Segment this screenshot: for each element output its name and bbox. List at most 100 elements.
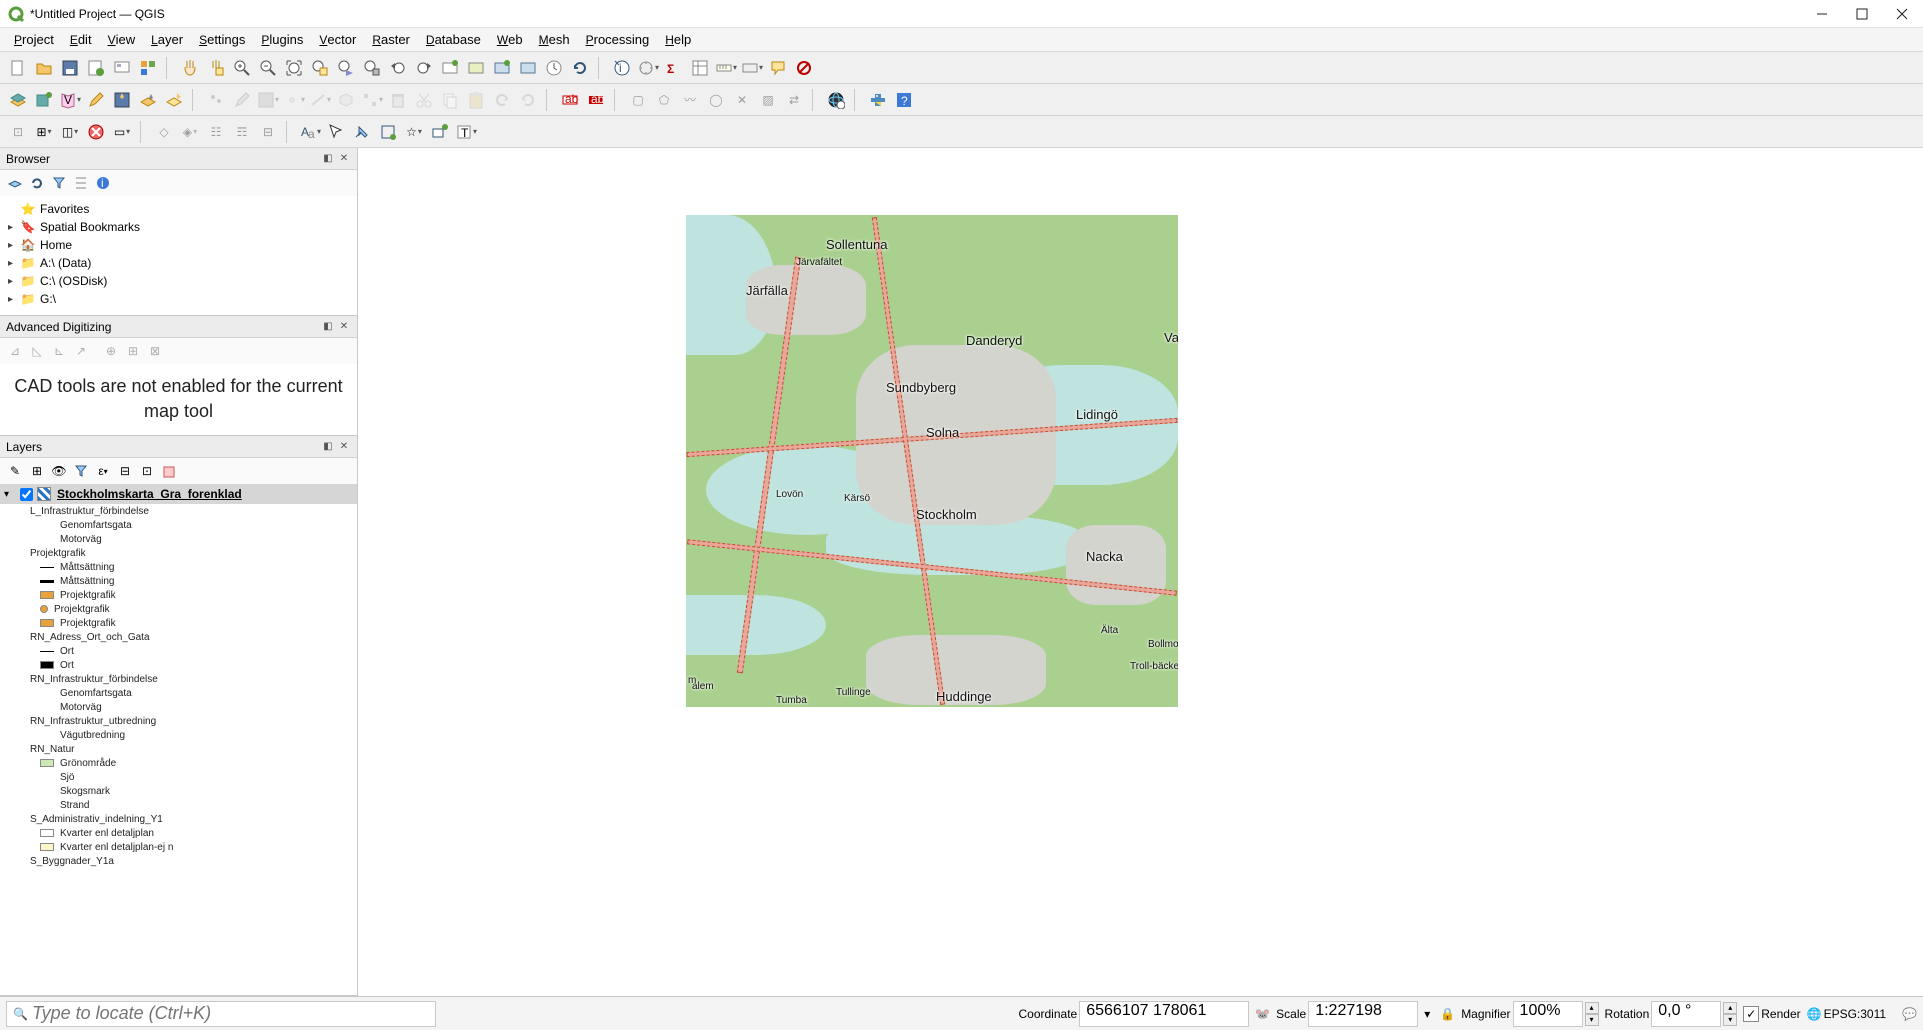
menu-layer[interactable]: Layer xyxy=(143,29,191,50)
select-cursor-button[interactable] xyxy=(324,120,348,144)
map-canvas[interactable]: SollentunaJärfällaDanderydSundbybergSoln… xyxy=(686,215,1178,707)
map-canvas-wrap[interactable]: SollentunaJärfällaDanderydSundbybergSoln… xyxy=(358,148,1923,996)
browser-item[interactable]: ▸🏠Home xyxy=(0,236,357,254)
browser-item[interactable]: ⭐Favorites xyxy=(0,200,357,218)
style-manager-button[interactable] xyxy=(136,56,160,80)
filter-legend-icon[interactable] xyxy=(72,462,90,480)
measure-button[interactable]: ▾ xyxy=(714,56,738,80)
new-geopackage-button[interactable] xyxy=(32,88,56,112)
legend-item[interactable]: Motorväg xyxy=(0,700,357,714)
zoom-native-button[interactable] xyxy=(360,56,384,80)
chevron-right-icon[interactable]: ▸ xyxy=(8,222,20,233)
no-action-button[interactable] xyxy=(792,56,816,80)
legend-group[interactable]: Projektgrafik xyxy=(0,546,357,560)
identify-button[interactable]: i xyxy=(610,56,634,80)
rot-down-button[interactable]: ▾ xyxy=(1723,1014,1737,1026)
map-tips-button[interactable] xyxy=(766,56,790,80)
mag-down-button[interactable]: ▾ xyxy=(1585,1014,1599,1026)
scale-value[interactable]: 1:227198 xyxy=(1308,1001,1418,1027)
lock-icon[interactable]: 🔒 xyxy=(1440,1007,1455,1021)
nominatim-button[interactable] xyxy=(824,88,848,112)
browser-item[interactable]: ▸📁A:\ (Data) xyxy=(0,254,357,272)
collapse-icon[interactable] xyxy=(72,174,90,192)
label-button[interactable]: abc xyxy=(558,88,582,112)
legend-item[interactable]: Ort xyxy=(0,644,357,658)
rotation-value[interactable]: 0,0 ° xyxy=(1651,1001,1721,1027)
extents-icon[interactable]: 🐭 xyxy=(1255,1007,1270,1021)
menu-settings[interactable]: Settings xyxy=(191,29,253,50)
layers-tree[interactable]: ▾ Stockholmskarta_Gra_forenklad L_Infras… xyxy=(0,484,357,995)
save-project-button[interactable] xyxy=(58,56,82,80)
toggle-editing-button[interactable] xyxy=(84,88,108,112)
menu-plugins[interactable]: Plugins xyxy=(253,29,311,50)
menu-web[interactable]: Web xyxy=(489,29,531,50)
add-group-icon[interactable]: ⊞ xyxy=(28,462,46,480)
label-toolbar-4[interactable]: ☆▾ xyxy=(402,120,426,144)
action-button[interactable]: ▾ xyxy=(636,56,660,80)
avoid-intersection-button[interactable]: ▭▾ xyxy=(110,120,134,144)
label-toolbar-1[interactable]: Aa▾ xyxy=(298,120,322,144)
detach-icon[interactable]: ◧ xyxy=(321,152,335,166)
minimize-button[interactable] xyxy=(1813,5,1831,23)
layout-manager-button[interactable] xyxy=(110,56,134,80)
legend-item[interactable]: Sjö xyxy=(0,770,357,784)
close-icon[interactable]: ✕ xyxy=(337,152,351,166)
collapse-all-icon[interactable]: ⊡ xyxy=(138,462,156,480)
summary-button[interactable]: Σ xyxy=(662,56,686,80)
pan-to-selection-button[interactable] xyxy=(204,56,228,80)
legend-item[interactable]: Strand xyxy=(0,798,357,812)
browser-item[interactable]: ▸📁G:\ xyxy=(0,290,357,308)
pin-label-button[interactable] xyxy=(350,120,374,144)
open-project-button[interactable] xyxy=(32,56,56,80)
menu-help[interactable]: Help xyxy=(657,29,699,50)
legend-group[interactable]: RN_Adress_Ort_och_Gata xyxy=(0,630,357,644)
rot-up-button[interactable]: ▴ xyxy=(1723,1002,1737,1014)
reload-button[interactable] xyxy=(568,56,592,80)
layer-visibility-checkbox[interactable] xyxy=(20,488,33,501)
menu-processing[interactable]: Processing xyxy=(578,29,658,50)
keyboard-button[interactable]: ▾ xyxy=(740,56,764,80)
remove-layer-icon[interactable] xyxy=(160,462,178,480)
legend-item[interactable]: Projektgrafik xyxy=(0,616,357,630)
close-icon[interactable]: ✕ xyxy=(337,440,351,454)
browser-item[interactable]: ▸🔖Spatial Bookmarks xyxy=(0,218,357,236)
locator-input[interactable] xyxy=(32,1003,429,1024)
data-source-manager-button[interactable] xyxy=(6,88,30,112)
legend-item[interactable]: Kvarter enl detaljplan-ej n xyxy=(0,840,357,854)
temporal-controller-button[interactable] xyxy=(516,56,540,80)
mag-up-button[interactable]: ▴ xyxy=(1585,1002,1599,1014)
attributes-button[interactable] xyxy=(162,88,186,112)
filter-icon[interactable] xyxy=(50,174,68,192)
locator-input-wrap[interactable]: 🔍 xyxy=(6,1001,436,1027)
menu-view[interactable]: View xyxy=(100,29,144,50)
messages-icon[interactable]: 💬 xyxy=(1902,1007,1917,1021)
zoom-full-button[interactable] xyxy=(282,56,306,80)
text-annotation-button[interactable]: T▾ xyxy=(454,120,478,144)
legend-item[interactable]: Projektgrafik xyxy=(0,602,357,616)
new-project-button[interactable] xyxy=(6,56,30,80)
snap-options-button[interactable]: ⊞▾ xyxy=(32,120,56,144)
current-edits-button[interactable] xyxy=(136,88,160,112)
legend-group[interactable]: RN_Infrastruktur_förbindelse xyxy=(0,672,357,686)
menu-database[interactable]: Database xyxy=(418,29,489,50)
show-bookmarks-button[interactable] xyxy=(490,56,514,80)
legend-group[interactable]: RN_Infrastruktur_utbredning xyxy=(0,714,357,728)
topo-cancel-button[interactable] xyxy=(84,120,108,144)
detach-icon[interactable]: ◧ xyxy=(321,440,335,454)
legend-group[interactable]: L_Infrastruktur_förbindelse xyxy=(0,504,357,518)
visibility-icon[interactable]: 👁 xyxy=(50,462,68,480)
refresh-icon[interactable] xyxy=(28,174,46,192)
legend-group[interactable]: S_Byggnader_Y1a xyxy=(0,854,357,868)
chevron-right-icon[interactable]: ▸ xyxy=(8,294,20,305)
legend-item[interactable]: Vägutbredning xyxy=(0,728,357,742)
maximize-button[interactable] xyxy=(1853,5,1871,23)
render-checkbox[interactable]: ✓ xyxy=(1743,1006,1759,1022)
coord-value[interactable]: 6566107 178061 xyxy=(1079,1001,1249,1027)
detach-icon[interactable]: ◧ xyxy=(321,320,335,334)
zoom-out-button[interactable] xyxy=(256,56,280,80)
highlight-label-button[interactable] xyxy=(376,120,400,144)
pan-button[interactable] xyxy=(178,56,202,80)
chevron-down-icon[interactable]: ▾ xyxy=(4,489,16,500)
menu-vector[interactable]: Vector xyxy=(311,29,364,50)
crs-button[interactable]: 🌐 EPSG:3011 xyxy=(1807,1007,1886,1021)
